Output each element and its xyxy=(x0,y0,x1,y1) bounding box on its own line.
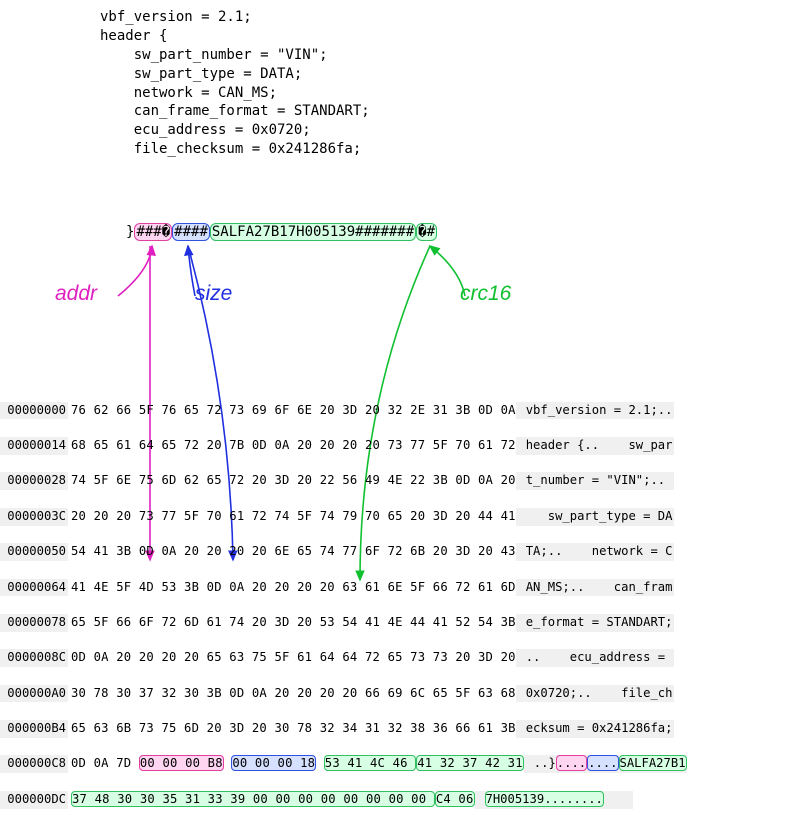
code-line-1: vbf_version = 2.1; xyxy=(100,9,252,25)
hex-bytes: 0D 0A 20 20 20 20 65 63 75 5F 61 64 64 7… xyxy=(68,649,516,667)
hex-payload-bytes: 53 41 4C 46 xyxy=(324,755,416,771)
hex-offset: 0000008C xyxy=(0,649,68,667)
hex-bytes: 20 20 20 73 77 5F 70 61 72 74 5F 74 79 7… xyxy=(68,508,516,526)
hex-ascii: t_number = "VIN";.. xyxy=(516,472,674,490)
hex-row: 0000000076 62 66 5F 76 65 72 73 69 6F 6E… xyxy=(0,402,687,420)
hex-bytes: 74 5F 6E 75 6D 62 65 72 20 3D 20 22 56 4… xyxy=(68,472,516,490)
hex-row: 0000008C0D 0A 20 20 20 20 65 63 75 5F 61… xyxy=(0,649,687,667)
hex-bytes: 76 62 66 5F 76 65 72 73 69 6F 6E 20 3D 2… xyxy=(68,402,516,420)
hex-ascii: ..}........SALFA27B1 xyxy=(524,755,687,773)
hex-crc-bytes: C4 06 xyxy=(435,791,475,807)
hex-bytes: 30 78 30 37 32 30 3B 0D 0A 20 20 20 20 6… xyxy=(68,685,516,703)
hex-row: 000000A030 78 30 37 32 30 3B 0D 0A 20 20… xyxy=(0,685,687,703)
hex-row: 0000005054 41 3B 0D 0A 20 20 20 20 6E 65… xyxy=(0,543,687,561)
hex-offset: 00000014 xyxy=(0,437,68,455)
hex-bytes: 54 41 3B 0D 0A 20 20 20 20 6E 65 74 77 6… xyxy=(68,543,516,561)
hex-row: 0000006441 4E 5F 4D 53 3B 0D 0A 20 20 20… xyxy=(0,579,687,597)
hex-bytes: 65 5F 66 6F 72 6D 61 74 20 3D 20 53 54 4… xyxy=(68,614,516,632)
ascii-addr: .... xyxy=(556,755,587,771)
hex-offset: 000000DC xyxy=(0,791,68,809)
hex-row-crc: 000000DC37 48 30 30 35 31 33 39 00 00 00… xyxy=(0,791,687,809)
size-label: size xyxy=(195,282,232,306)
hex-ascii: header {.. sw_par xyxy=(516,437,674,455)
code-line-8: file_checksum = 0x241286fa; xyxy=(100,141,361,157)
hex-bytes: 41 4E 5F 4D 53 3B 0D 0A 20 20 20 20 63 6… xyxy=(68,579,516,597)
payload-field-highlight: SALFA27B17H005139####### xyxy=(210,223,416,241)
hex-ascii: 7H005139........ xyxy=(475,791,633,809)
code-line-6: can_frame_format = STANDART; xyxy=(100,103,370,119)
crc-field-highlight: �# xyxy=(416,223,437,241)
addr-field-highlight: ###� xyxy=(134,223,172,241)
hex-offset: 00000000 xyxy=(0,402,68,420)
code-line-3: sw_part_number = "VIN"; xyxy=(100,47,328,63)
hex-bytes: 65 63 6B 73 75 6D 20 3D 20 30 78 32 34 3… xyxy=(68,720,516,738)
hex-offset: 00000028 xyxy=(0,472,68,490)
hex-offset: 000000A0 xyxy=(0,685,68,703)
hex-ascii: AN_MS;.. can_fram xyxy=(516,579,674,597)
hex-bytes: 68 65 61 64 65 72 20 7B 0D 0A 20 20 20 2… xyxy=(68,437,516,455)
hex-ascii: TA;.. network = C xyxy=(516,543,674,561)
hex-gap xyxy=(316,756,324,770)
hex-payload-bytes: 37 48 30 30 35 31 33 39 00 00 00 00 00 0… xyxy=(71,791,435,807)
hex-dump: 0000000076 62 66 5F 76 65 72 73 69 6F 6E… xyxy=(0,384,687,826)
binary-structure-line: }###�####SALFA27B17H005139#######�# xyxy=(126,224,437,240)
ascii-size: .... xyxy=(587,755,618,771)
hex-row: 000000B465 63 6B 73 75 6D 20 3D 20 30 78… xyxy=(0,720,687,738)
addr-label: addr xyxy=(55,282,97,306)
hex-offset: 00000050 xyxy=(0,543,68,561)
hex-row-addr-size: 000000C80D 0A 7D 00 00 00 B8 00 00 00 18… xyxy=(0,755,687,773)
hex-prefix: 0D 0A 7D xyxy=(71,756,139,770)
hex-bytes: 0D 0A 7D 00 00 00 B8 00 00 00 18 53 41 4… xyxy=(68,755,524,773)
hex-ascii: .. ecu_address = xyxy=(516,649,674,667)
hex-size-bytes: 00 00 00 18 xyxy=(231,755,316,771)
vbf-header-code: vbf_version = 2.1; header { sw_part_numb… xyxy=(100,8,370,159)
hex-row: 0000007865 5F 66 6F 72 6D 61 74 20 3D 20… xyxy=(0,614,687,632)
hex-addr-bytes: 00 00 00 B8 xyxy=(139,755,224,771)
hex-bytes: 37 48 30 30 35 31 33 39 00 00 00 00 00 0… xyxy=(68,791,475,809)
code-line-5: network = CAN_MS; xyxy=(100,85,277,101)
hex-ascii: e_format = STANDART; xyxy=(516,614,674,632)
code-line-4: sw_part_type = DATA; xyxy=(100,66,302,82)
hex-ascii: sw_part_type = DA xyxy=(516,508,674,526)
ascii-prefix: ..} xyxy=(534,756,556,770)
hex-row: 0000003C20 20 20 73 77 5F 70 61 72 74 5F… xyxy=(0,508,687,526)
hex-offset: 000000C8 xyxy=(0,755,68,773)
hex-offset: 0000003C xyxy=(0,508,68,526)
hex-offset: 00000078 xyxy=(0,614,68,632)
code-line-2: header { xyxy=(100,28,167,44)
ascii-payload: SALFA27B1 xyxy=(619,755,687,771)
hex-row: 0000001468 65 61 64 65 72 20 7B 0D 0A 20… xyxy=(0,437,687,455)
hex-payload-bytes: 41 32 37 42 31 xyxy=(416,755,524,771)
hex-offset: 000000B4 xyxy=(0,720,68,738)
hex-row: 0000002874 5F 6E 75 6D 62 65 72 20 3D 20… xyxy=(0,472,687,490)
size-field-highlight: #### xyxy=(172,223,210,241)
hex-ascii: ecksum = 0x241286fa; xyxy=(516,720,674,738)
code-line-7: ecu_address = 0x0720; xyxy=(100,122,311,138)
hex-ascii: vbf_version = 2.1;.. xyxy=(516,402,674,420)
hex-ascii: 0x0720;.. file_ch xyxy=(516,685,674,703)
crc-label: crc16 xyxy=(460,282,511,306)
ascii-payload: 7H005139........ xyxy=(485,791,604,807)
hex-offset: 00000064 xyxy=(0,579,68,597)
